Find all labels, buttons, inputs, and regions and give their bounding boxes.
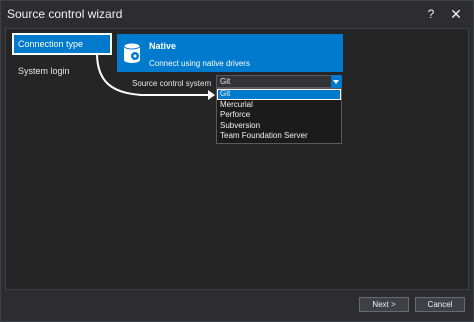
source-control-dropdown-list: Git Mercurial Perforce Subversion Team F…: [216, 88, 342, 144]
native-banner[interactable]: Native Connect using native drivers: [117, 34, 343, 72]
wizard-content: Connection type System login Native Conn…: [5, 28, 469, 290]
source-control-system-select[interactable]: Git: [216, 75, 342, 88]
select-value: Git: [220, 77, 231, 86]
option-subversion[interactable]: Subversion: [217, 121, 341, 132]
source-control-system-label: Source control system: [132, 79, 212, 88]
wizard-steps-nav: Connection type System login: [12, 33, 114, 89]
cancel-button[interactable]: Cancel: [415, 297, 465, 312]
option-team-foundation-server[interactable]: Team Foundation Server: [217, 131, 341, 142]
help-button[interactable]: ?: [421, 4, 441, 24]
next-button[interactable]: Next >: [359, 297, 409, 312]
option-perforce[interactable]: Perforce: [217, 110, 341, 121]
window-title: Source control wizard: [7, 7, 123, 21]
option-mercurial[interactable]: Mercurial: [217, 100, 341, 111]
close-button[interactable]: ✕: [446, 4, 466, 24]
database-icon: [123, 42, 141, 63]
nav-item-system-login[interactable]: System login: [12, 61, 112, 83]
title-bar: Source control wizard ? ✕: [1, 1, 473, 28]
wizard-window: Source control wizard ? ✕ Connection typ…: [0, 0, 474, 322]
banner-subtitle: Connect using native drivers: [149, 59, 250, 68]
nav-item-connection-type[interactable]: Connection type: [12, 33, 112, 55]
banner-title: Native: [149, 41, 177, 51]
chevron-down-icon[interactable]: [331, 75, 342, 88]
option-git[interactable]: Git: [217, 89, 341, 100]
